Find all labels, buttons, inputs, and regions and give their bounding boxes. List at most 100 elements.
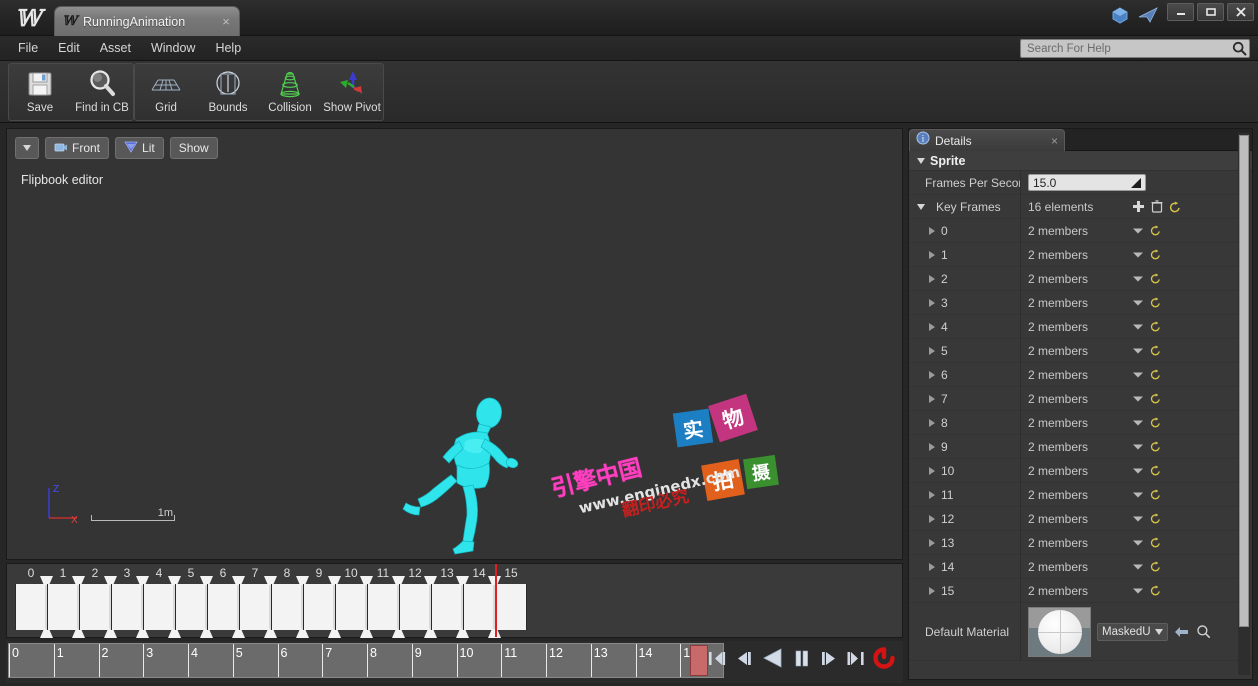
key-frame-index-cell[interactable]: 11 [909, 483, 1021, 506]
timeline-frame-cell[interactable] [367, 576, 405, 638]
key-frame-index-cell[interactable]: 9 [909, 435, 1021, 458]
chevron-down-icon[interactable] [1132, 347, 1144, 355]
bounds-button[interactable]: Bounds [197, 64, 259, 120]
chevron-right-icon[interactable] [929, 586, 935, 595]
maximize-button[interactable] [1197, 3, 1224, 21]
reset-arrow-icon[interactable] [1150, 273, 1161, 284]
timeline-frame-cell[interactable] [463, 576, 501, 638]
chevron-down-icon[interactable] [1132, 491, 1144, 499]
details-tab[interactable]: i Details × [909, 129, 1065, 151]
chevron-right-icon[interactable] [929, 466, 935, 475]
frame-handle-bottom[interactable] [168, 629, 181, 638]
search-input[interactable] [1021, 42, 1229, 55]
chevron-right-icon[interactable] [929, 298, 935, 307]
key-frame-row[interactable]: 13 2 members [909, 531, 1252, 555]
key-frame-index-cell[interactable]: 12 [909, 507, 1021, 530]
step-forward-button[interactable] [819, 649, 838, 668]
key-frame-row[interactable]: 8 2 members [909, 411, 1252, 435]
frame-handle-bottom[interactable] [456, 629, 469, 638]
key-frame-row[interactable]: 10 2 members [909, 459, 1252, 483]
frame-handle-bottom[interactable] [232, 629, 245, 638]
category-sprite[interactable]: Sprite [909, 151, 1252, 171]
reset-arrow-icon[interactable] [1150, 249, 1161, 260]
key-frame-row[interactable]: 15 2 members [909, 579, 1252, 603]
frame-handle-bottom[interactable] [296, 629, 309, 638]
reset-arrow-icon[interactable] [1150, 465, 1161, 476]
material-select[interactable]: MaskedU [1097, 622, 1168, 641]
chevron-right-icon[interactable] [929, 562, 935, 571]
step-back-button[interactable] [735, 649, 754, 668]
chevron-down-icon[interactable] [1132, 395, 1144, 403]
chevron-down-icon[interactable] [1132, 467, 1144, 475]
material-thumbnail[interactable] [1028, 606, 1091, 657]
plus-icon[interactable] [1132, 200, 1145, 213]
key-frame-row[interactable]: 14 2 members [909, 555, 1252, 579]
fps-input[interactable]: 15.0 [1028, 174, 1146, 191]
timeline-frame-cell[interactable] [207, 576, 245, 638]
menu-asset[interactable]: Asset [90, 38, 141, 58]
chevron-right-icon[interactable] [929, 346, 935, 355]
frame-handle-bottom[interactable] [136, 629, 149, 638]
chevron-down-icon[interactable] [1132, 515, 1144, 523]
key-frame-index-cell[interactable]: 0 [909, 219, 1021, 242]
show-pivot-button[interactable]: Show Pivot [321, 64, 383, 120]
close-button[interactable] [1227, 3, 1254, 21]
key-frame-index-cell[interactable]: 3 [909, 291, 1021, 314]
key-frame-row[interactable]: 3 2 members [909, 291, 1252, 315]
chevron-right-icon[interactable] [929, 226, 935, 235]
key-frame-index-cell[interactable]: 4 [909, 315, 1021, 338]
key-frame-row[interactable]: 11 2 members [909, 483, 1252, 507]
reset-arrow-icon[interactable] [1150, 369, 1161, 380]
key-frame-index-cell[interactable]: 13 [909, 531, 1021, 554]
timeline-frame-cell[interactable] [271, 576, 309, 638]
reset-arrow-icon[interactable] [1150, 297, 1161, 308]
chevron-down-icon[interactable] [1132, 323, 1144, 331]
details-tab-close-icon[interactable]: × [1051, 134, 1058, 148]
arrow-left-icon[interactable] [1174, 625, 1190, 639]
key-frame-row[interactable]: 1 2 members [909, 243, 1252, 267]
key-frame-index-cell[interactable]: 1 [909, 243, 1021, 266]
tab-close-icon[interactable]: × [219, 14, 233, 29]
reset-arrow-icon[interactable] [1150, 585, 1161, 596]
details-scrollbar[interactable] [1238, 133, 1250, 675]
timeline-frame-cell[interactable] [495, 584, 527, 630]
key-frame-row[interactable]: 6 2 members [909, 363, 1252, 387]
key-frame-row[interactable]: 2 2 members [909, 267, 1252, 291]
timeline-frame-cell[interactable] [47, 576, 85, 638]
frame-handle-bottom[interactable] [264, 629, 277, 638]
timeline-frame-cell[interactable] [335, 576, 373, 638]
timeline-frame-cell[interactable] [399, 576, 437, 638]
chevron-down-icon[interactable] [1132, 587, 1144, 595]
key-frame-row[interactable]: 7 2 members [909, 387, 1252, 411]
timeline-playhead[interactable] [495, 564, 497, 637]
chevron-right-icon[interactable] [929, 490, 935, 499]
key-frame-index-cell[interactable]: 2 [909, 267, 1021, 290]
viewport-lit-button[interactable]: Lit [115, 137, 164, 159]
trash-icon[interactable] [1151, 200, 1163, 213]
viewport-show-button[interactable]: Show [169, 137, 218, 159]
frame-handle-bottom[interactable] [104, 629, 117, 638]
key-frame-index-cell[interactable]: 5 [909, 339, 1021, 362]
frame-handle-bottom[interactable] [40, 629, 53, 638]
key-frames-header[interactable]: Key Frames [909, 195, 1021, 218]
frame-handle-bottom[interactable] [200, 629, 213, 638]
chevron-right-icon[interactable] [929, 250, 935, 259]
chevron-down-icon[interactable] [1132, 419, 1144, 427]
details-scrollbar-thumb[interactable] [1239, 135, 1249, 627]
key-frame-index-cell[interactable]: 8 [909, 411, 1021, 434]
timeline-frame-cell[interactable] [175, 576, 213, 638]
chevron-right-icon[interactable] [929, 514, 935, 523]
reset-arrow-icon[interactable] [1150, 561, 1161, 572]
frame-handle-bottom[interactable] [424, 629, 437, 638]
viewport-options-button[interactable] [15, 137, 39, 159]
reset-arrow-icon[interactable] [1150, 393, 1161, 404]
chevron-down-icon[interactable] [1132, 371, 1144, 379]
timeline-frame-cell[interactable] [15, 576, 53, 638]
chevron-down-icon[interactable] [1132, 563, 1144, 571]
find-in-cb-button[interactable]: Find in CB [71, 64, 133, 120]
chevron-right-icon[interactable] [929, 370, 935, 379]
timeline-frame-cell[interactable] [303, 576, 341, 638]
collision-button[interactable]: Collision [259, 64, 321, 120]
key-frame-index-cell[interactable]: 10 [909, 459, 1021, 482]
reset-arrow-icon[interactable] [1150, 537, 1161, 548]
